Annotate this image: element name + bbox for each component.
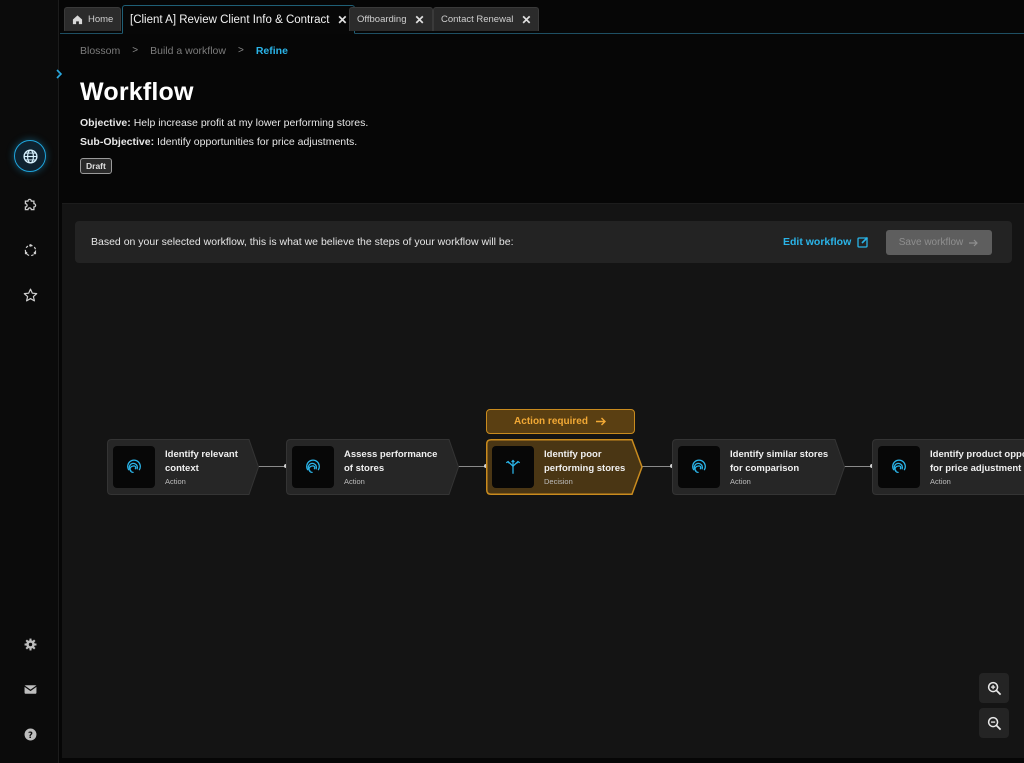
banner-text: Based on your selected workflow, this is… [91,236,514,248]
home-icon [72,15,83,25]
chevron-right-icon: > [132,45,139,56]
page-title: Workflow [80,78,194,106]
objective-label: Objective: [80,117,131,129]
arrow-right-icon [969,239,979,246]
puzzle-icon[interactable] [14,188,46,220]
workflow-node-highlighted[interactable]: Identify poor performing stores Decision [486,439,643,495]
zoom-in-button[interactable] [979,673,1009,703]
close-icon[interactable]: ✕ [521,13,531,27]
tab-label: Home [88,14,114,25]
info-banner: Based on your selected workflow, this is… [75,221,1012,263]
tab-bar: Home [Client A] Review Client Info & Con… [60,0,1024,34]
tab-client-review[interactable]: [Client A] Review Client Info & Contract… [122,5,356,34]
tab-contact-renewal[interactable]: Contact Renewal ✕ [433,7,540,31]
tab-offboarding[interactable]: Offboarding ✕ [349,7,433,31]
save-workflow-button[interactable]: Save workflow [886,230,992,255]
fingerprint-icon [878,446,920,488]
node-type: Action [730,477,751,486]
node-type: Action [930,477,951,486]
svg-text:?: ? [28,730,33,740]
help-icon[interactable]: ? [14,718,46,750]
node-label: Identify product oppo for price adjustme… [930,449,1024,474]
status-badge: Draft [80,158,112,174]
breadcrumb-current: Refine [255,45,288,57]
tab-label: Contact Renewal [441,14,514,25]
sub-objective: Sub-Objective: Identify opportunities fo… [80,136,357,148]
node-label: Identify similar stores for comparison [730,449,829,474]
connector-line [458,466,486,467]
node-label: Identify poor performing stores [544,449,626,474]
workflow-node[interactable]: Identify similar stores for comparison A… [672,439,845,495]
edit-workflow-link[interactable]: Edit workflow [783,236,869,248]
close-icon[interactable]: ✕ [337,13,347,27]
node-label: Identify relevant context [165,449,238,474]
workflow-node[interactable]: Identify product oppo for price adjustme… [872,439,1024,495]
node-type: Action [344,477,365,486]
fingerprint-icon [678,446,720,488]
sub-objective-text: Identify opportunities for price adjustm… [154,136,358,148]
node-label: Assess performance of stores [344,449,438,474]
objective: Objective: Help increase profit at my lo… [80,117,368,129]
globe-icon[interactable] [14,140,46,172]
edit-workflow-label: Edit workflow [783,236,852,248]
save-workflow-label: Save workflow [898,237,964,248]
fingerprint-icon [292,446,334,488]
action-required-button[interactable]: Action required [486,409,635,434]
connector-line [642,466,672,467]
node-type: Decision [544,477,573,486]
zoom-out-button[interactable] [979,708,1009,738]
connector-line [258,466,286,467]
breadcrumb-item[interactable]: Blossom [80,45,120,57]
chevron-right-icon: > [237,45,244,56]
network-icon[interactable] [14,234,46,266]
fingerprint-icon [113,446,155,488]
action-required-label: Action required [514,416,588,427]
close-icon[interactable]: ✕ [414,13,424,27]
breadcrumb-item[interactable]: Build a workflow [150,45,226,57]
star-icon[interactable] [14,279,46,311]
zoom-in-icon [987,681,1001,695]
tab-home[interactable]: Home [64,7,122,31]
edit-icon [857,236,869,248]
tab-label: [Client A] Review Client Info & Contract [130,13,330,26]
left-sidebar: ? [0,0,63,763]
mail-icon[interactable] [14,673,46,705]
tab-label: Offboarding [357,14,407,25]
sub-objective-label: Sub-Objective: [80,136,155,148]
sidebar-expand-icon[interactable] [52,66,66,82]
workflow-node[interactable]: Identify relevant context Action [107,439,259,495]
breadcrumb: Blossom > Build a workflow > Refine [80,45,288,57]
app-window: ? Home [Client A] Review Client Info & C… [0,0,1024,763]
node-type: Action [165,477,186,486]
arrow-right-icon [595,417,606,426]
workflow-node[interactable]: Assess performance of stores Action [286,439,459,495]
connector-line [844,466,872,467]
branch-icon [492,446,534,488]
objective-text: Help increase profit at my lower perform… [130,117,369,129]
zoom-out-icon [987,716,1001,730]
settings-icon[interactable] [14,628,46,660]
